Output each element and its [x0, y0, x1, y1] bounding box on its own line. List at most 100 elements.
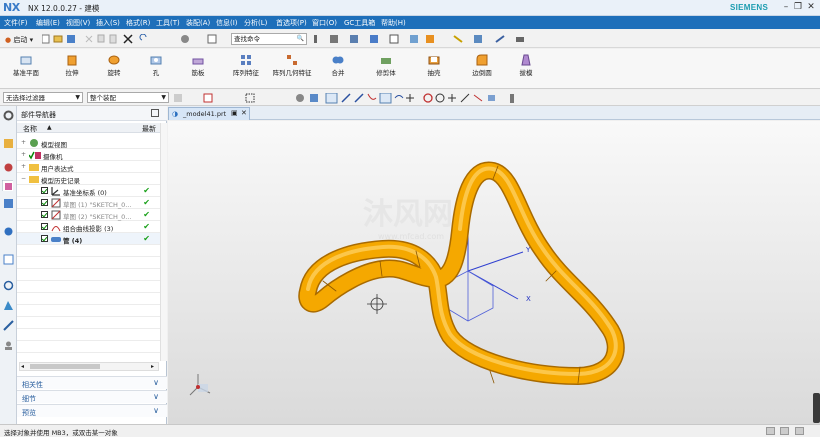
hd3d-icon[interactable]: [3, 226, 14, 237]
horizontal-scrollbar[interactable]: ◂ ▸: [19, 362, 159, 371]
history-icon[interactable]: [3, 280, 14, 291]
roles-icon[interactable]: [3, 340, 14, 351]
maximize-panel-icon[interactable]: [151, 109, 159, 117]
rib-button[interactable]: 筋板: [178, 52, 218, 86]
section-preview[interactable]: 预览 ∨: [17, 404, 167, 417]
selection-bar-handle[interactable]: [813, 393, 820, 423]
scroll-left-icon[interactable]: ◂: [21, 363, 24, 370]
start-button[interactable]: ● 启动 ▾: [5, 35, 33, 45]
menu-preferences[interactable]: 首选项(P): [276, 18, 307, 28]
column-name[interactable]: 名称: [23, 124, 37, 134]
extrude-button[interactable]: 拉伸: [52, 52, 92, 86]
menu-help[interactable]: 帮助(H): [381, 18, 406, 28]
menu-edit[interactable]: 编辑(E): [36, 18, 60, 28]
visibility-checkbox[interactable]: [41, 211, 48, 218]
visibility-checkbox[interactable]: [41, 235, 48, 242]
restore-button[interactable]: ❐: [792, 1, 804, 13]
menu-view[interactable]: 视图(V): [66, 18, 90, 28]
close-button[interactable]: ✕: [805, 1, 817, 13]
menu-info[interactable]: 信息(I): [216, 18, 238, 28]
expand-icon[interactable]: +: [21, 164, 26, 170]
pattern-geometry-button[interactable]: 阵列几何特征: [270, 52, 314, 86]
tree-node-camera[interactable]: + 摄像机: [17, 149, 160, 161]
section-dependencies[interactable]: 相关性 ∨: [17, 376, 167, 389]
graphics-window[interactable]: 沐风网 www.mfcad.com Z X Y: [168, 121, 820, 424]
menu-gc-toolbox[interactable]: GC工具箱: [344, 18, 375, 28]
file-tools-icons[interactable]: [42, 34, 152, 44]
assembly-navigator-icon[interactable]: [3, 138, 14, 149]
tree-node-datum-csys[interactable]: 基准坐标系 (0) ✔: [17, 185, 160, 197]
constraint-navigator-icon[interactable]: [3, 162, 14, 173]
expand-icon[interactable]: +: [21, 152, 26, 158]
minimize-button[interactable]: –: [780, 1, 792, 13]
chevron-down-icon: ▼: [161, 94, 166, 101]
visibility-checkbox[interactable]: [41, 223, 48, 230]
collapse-icon[interactable]: −: [21, 176, 26, 182]
menu-format[interactable]: 格式(R): [126, 18, 150, 28]
scroll-thumb[interactable]: [30, 364, 100, 369]
search-icon: 🔍: [296, 35, 304, 42]
menu-file[interactable]: 文件(F): [4, 18, 28, 28]
menu-tools[interactable]: 工具(T): [156, 18, 180, 28]
web-browser-icon[interactable]: [3, 254, 14, 265]
tree-node-label: 组合曲线投影 (3): [63, 225, 114, 233]
pattern-feature-label: 阵列特征: [233, 69, 259, 77]
tree-node-model-views[interactable]: + 模型视图: [17, 137, 160, 149]
shell-button[interactable]: 抽壳: [414, 52, 454, 86]
system-materials-icon[interactable]: [3, 300, 14, 311]
menu-insert[interactable]: 插入(S): [96, 18, 120, 28]
unite-button[interactable]: 合并: [318, 52, 358, 86]
draft-button[interactable]: 拔模: [506, 52, 546, 86]
chevron-down-icon: ∨: [153, 392, 159, 401]
tree-node-expressions[interactable]: + 用户表达式: [17, 161, 160, 173]
expand-icon[interactable]: +: [21, 140, 26, 146]
process-studio-icon[interactable]: [3, 320, 14, 331]
command-search-input[interactable]: 查找命令 🔍: [231, 33, 307, 45]
tab-close-icon[interactable]: ✕: [241, 109, 247, 117]
snap-point-icons[interactable]: [174, 93, 524, 104]
watermark-text: 沐风网: [363, 197, 453, 232]
revolve-button[interactable]: 旋转: [94, 52, 134, 86]
column-latest[interactable]: 最新: [142, 124, 156, 134]
model-canvas[interactable]: 沐风网 www.mfcad.com Z X Y: [168, 121, 820, 424]
tree-node-sketch-1[interactable]: 草图 (1) "SKETCH_0... ✔: [17, 197, 160, 209]
view-triad[interactable]: [189, 374, 211, 396]
selection-scope-dropdown[interactable]: 整个装配 ▼: [87, 92, 169, 103]
menu-assembly[interactable]: 装配(A): [186, 18, 210, 28]
status-fullscreen-icon[interactable]: [780, 427, 789, 435]
tree-node-label: 基准坐标系 (0): [63, 189, 107, 197]
more-icon: [314, 35, 317, 43]
tree-node-sketch-2[interactable]: 草图 (2) "SKETCH_0... ✔: [17, 209, 160, 221]
status-menu-icon[interactable]: [795, 427, 804, 435]
hole-button[interactable]: 孔: [136, 52, 176, 86]
toolbar-icons[interactable]: [314, 34, 534, 44]
tab-pin-icon[interactable]: ▣: [231, 109, 238, 117]
datum-plane-button[interactable]: 基准平面: [6, 52, 46, 86]
tree-node-tube[interactable]: 管 (4) ✔: [17, 233, 160, 245]
menu-window[interactable]: 窗口(O): [312, 18, 337, 28]
selection-filter-dropdown[interactable]: 无选择过滤器 ▼: [3, 92, 83, 103]
pattern-geometry-icon: [287, 55, 297, 65]
reuse-library-icon[interactable]: [3, 198, 14, 209]
navigator-column-header: 名称 ▲ 最新: [17, 123, 160, 133]
scroll-right-icon[interactable]: ▸: [151, 363, 154, 370]
trim-body-button[interactable]: 修剪体: [364, 52, 408, 86]
menu-analysis[interactable]: 分析(L): [244, 18, 267, 28]
gear-icon[interactable]: [3, 110, 14, 121]
vertical-scrollbar[interactable]: [160, 123, 167, 361]
section-details[interactable]: 细节 ∨: [17, 390, 167, 403]
status-window-icon[interactable]: [766, 427, 775, 435]
visibility-checkbox[interactable]: [41, 199, 48, 206]
select-box-icon: [203, 93, 213, 103]
tree-node-label: 用户表达式: [41, 165, 74, 173]
tab-model41[interactable]: ◑ _model41.prt ▣ ✕: [168, 107, 250, 120]
view-tools-icons[interactable]: [180, 34, 225, 44]
tree-node-model-history[interactable]: − 模型历史记录: [17, 173, 160, 185]
pattern-feature-button[interactable]: 阵列特征: [224, 52, 268, 86]
part-navigator-icon[interactable]: [2, 180, 13, 191]
tree-node-projected-curve[interactable]: 组合曲线投影 (3) ✔: [17, 221, 160, 233]
visibility-checkbox[interactable]: [41, 187, 48, 194]
sort-up-icon[interactable]: ▲: [47, 124, 52, 131]
edge-blend-button[interactable]: 边倒圆: [460, 52, 504, 86]
unite-label: 合并: [331, 69, 345, 77]
